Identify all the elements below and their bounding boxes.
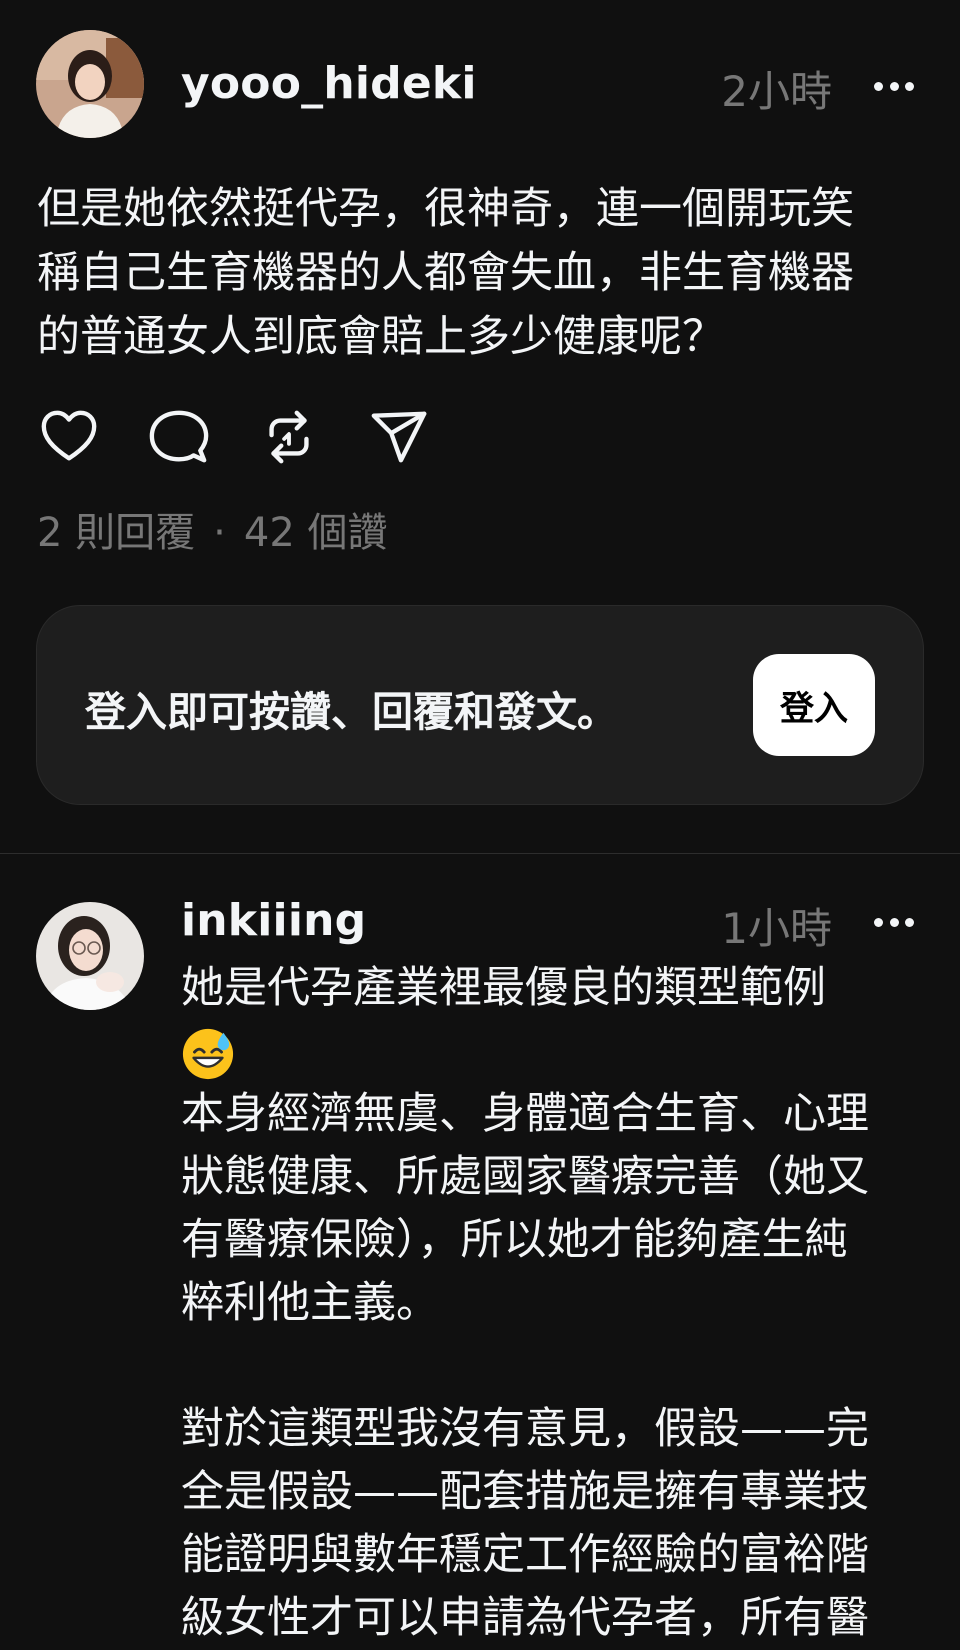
- post-stats: 2 則回覆 · 42 個讚: [37, 500, 388, 558]
- post-timestamp: 2小時: [721, 67, 832, 116]
- stats-separator: ·: [213, 510, 226, 556]
- login-prompt-text: 登入即可按讚、回覆和發文。: [85, 688, 618, 736]
- reply-text: 她是代孕產業裡最優良的類型範例 😅 本身經濟無虞、身體適合生育、心理 狀態健康、…: [181, 957, 951, 1650]
- avatar-photo-yooo-hideki: [36, 30, 144, 138]
- post-username[interactable]: yooo_hideki: [181, 58, 477, 109]
- reply-username[interactable]: inkiiing: [181, 895, 366, 946]
- like-count[interactable]: 42 個讚: [244, 510, 388, 556]
- reply-paragraph-1: 本身經濟無虞、身體適合生育、心理 狀態健康、所處國家醫療完善（她又 有醫療保險）…: [181, 1089, 869, 1328]
- divider: [0, 853, 960, 854]
- avatar[interactable]: [36, 30, 144, 138]
- repost-icon: [269, 410, 309, 464]
- post-text: 但是她依然挺代孕，很神奇，連一個開玩笑 稱自己生育機器的人都會失血，非生育機器 …: [37, 184, 854, 362]
- comment-icon: [149, 410, 209, 463]
- share-button[interactable]: [366, 404, 432, 470]
- share-icon: [371, 411, 427, 463]
- comment-button[interactable]: [146, 404, 212, 470]
- reply-paragraph-2: 對於這類型我沒有意見，假設——完 全是假設——配套措施是擁有專業技 能證明與數年…: [181, 1404, 869, 1643]
- reply-line-1: 她是代孕產業裡最優良的類型範例: [181, 963, 826, 1013]
- like-button[interactable]: [36, 404, 102, 470]
- reply-timestamp: 1小時: [721, 904, 832, 953]
- reply-avatar[interactable]: [36, 902, 144, 1010]
- more-options-icon[interactable]: [874, 80, 914, 92]
- login-button[interactable]: 登入: [753, 654, 875, 756]
- reply-more-options-icon[interactable]: [874, 916, 914, 928]
- heart-icon: [41, 410, 97, 461]
- login-prompt-card: 登入即可按讚、回覆和發文。 登入: [36, 605, 924, 805]
- sweat-smile-emoji-icon: [182, 1028, 234, 1079]
- reply-count[interactable]: 2 則回覆: [37, 510, 195, 556]
- post-actions: [36, 405, 476, 469]
- repost-button[interactable]: [256, 404, 322, 470]
- avatar-photo-inkiiing: [36, 902, 144, 1010]
